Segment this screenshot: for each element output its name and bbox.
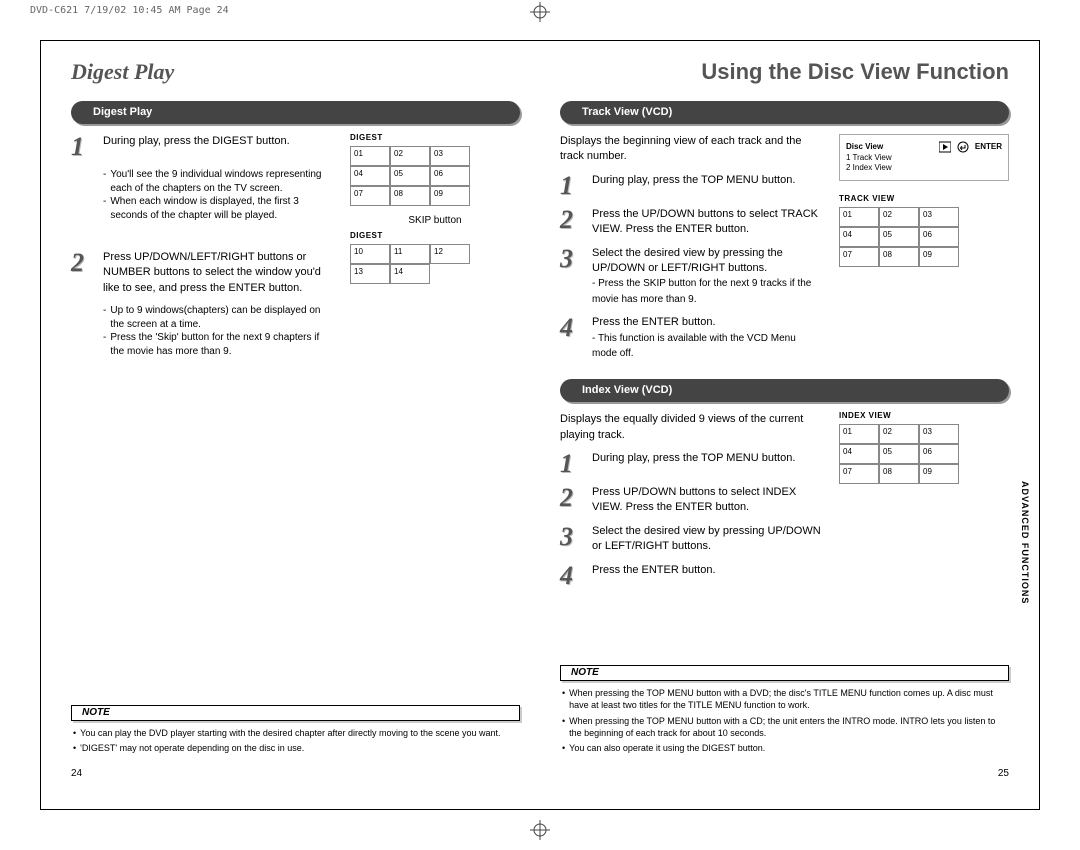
a-step-1: 1During play, press the TOP MENU button. xyxy=(560,173,821,199)
grid-cell: 11 xyxy=(390,244,430,264)
indexview-grid: 01 02 03 04 05 06 07 08 09 xyxy=(839,424,1009,484)
grid-cell: 05 xyxy=(390,166,430,186)
grid-cell: 02 xyxy=(879,207,919,227)
grid-cell: 12 xyxy=(430,244,470,264)
section-pill-indexview: Index View (VCD) xyxy=(560,379,1009,402)
page-left: Digest Play Digest Play 1 During play, p… xyxy=(71,61,520,779)
grid-cell: 03 xyxy=(919,207,959,227)
grid-cell: 09 xyxy=(430,186,470,206)
grid-cell: 01 xyxy=(839,424,879,444)
section-pill-trackview: Track View (VCD) xyxy=(560,101,1009,124)
trackview-grid: 01 02 03 04 05 06 07 08 09 xyxy=(839,207,1009,267)
spine-label: ADVANCED FUNCTIONS xyxy=(1020,481,1029,604)
note-list-left: •You can play the DVD player starting wi… xyxy=(71,727,520,757)
step-1: 1 During play, press the DIGEST button. xyxy=(71,134,332,160)
grid-cell: 01 xyxy=(839,207,879,227)
grid-cell: 05 xyxy=(879,227,919,247)
a-step-2: 2Press the UP/DOWN buttons to select TRA… xyxy=(560,207,821,238)
grid-cell: 07 xyxy=(839,247,879,267)
section-intro: Displays the equally divided 9 views of … xyxy=(560,412,821,443)
step-text: Press UP/DOWN/LEFT/RIGHT buttons or NUMB… xyxy=(103,250,332,296)
b-step-1: 1During play, press the TOP MENU button. xyxy=(560,451,821,477)
grid-cell: 03 xyxy=(430,146,470,166)
page-number-left: 24 xyxy=(71,769,520,779)
step-number: 2 xyxy=(71,250,95,296)
step-1-notes: -You'll see the 9 individual windows rep… xyxy=(103,168,332,222)
section-intro: Displays the beginning view of each trac… xyxy=(560,134,821,165)
note-list-right: •When pressing the TOP MENU button with … xyxy=(560,687,1009,757)
grid-cell: 10 xyxy=(350,244,390,264)
page-frame: Digest Play Digest Play 1 During play, p… xyxy=(40,40,1040,810)
crop-mark-top xyxy=(526,2,554,22)
page-right: Using the Disc View Function Track View … xyxy=(560,61,1009,779)
grid-label: DIGEST xyxy=(350,134,520,142)
grid-label: DIGEST xyxy=(350,232,520,240)
grid-label: TRACK VIEW xyxy=(839,195,1009,203)
grid-cell: 14 xyxy=(390,264,430,284)
grid-cell: 04 xyxy=(839,444,879,464)
grid-cell: 01 xyxy=(350,146,390,166)
grid-cell: 06 xyxy=(919,227,959,247)
grid-cell: 04 xyxy=(350,166,390,186)
step-text: During play, press the DIGEST button. xyxy=(103,134,290,160)
grid-cell: 08 xyxy=(879,247,919,267)
grid-cell: 02 xyxy=(879,424,919,444)
b-step-2: 2Press UP/DOWN buttons to select INDEX V… xyxy=(560,485,821,516)
grid-cell: 09 xyxy=(919,247,959,267)
page-title-right: Using the Disc View Function xyxy=(560,61,1009,83)
step-2-notes: -Up to 9 windows(chapters) can be displa… xyxy=(103,304,332,358)
grid-label: INDEX VIEW xyxy=(839,412,1009,420)
b-step-3: 3Select the desired view by pressing UP/… xyxy=(560,524,821,555)
note-heading: NOTE xyxy=(560,665,1009,681)
page-title-left: Digest Play xyxy=(71,61,520,83)
grid-cell: 06 xyxy=(430,166,470,186)
crop-mark-bottom xyxy=(526,820,554,840)
step-number: 1 xyxy=(71,134,95,160)
digest-grid-2: 10 11 12 13 14 xyxy=(350,244,520,284)
grid-cell: 13 xyxy=(350,264,390,284)
section-pill-digest: Digest Play xyxy=(71,101,520,124)
grid-cell: 09 xyxy=(919,464,959,484)
b-step-4: 4Press the ENTER button. xyxy=(560,563,821,589)
note-heading: NOTE xyxy=(71,705,520,721)
page-number-right: 25 xyxy=(560,769,1009,779)
skip-button-label: SKIP button xyxy=(350,216,520,226)
grid-cell: 03 xyxy=(919,424,959,444)
grid-cell: 08 xyxy=(879,464,919,484)
grid-cell: 02 xyxy=(390,146,430,166)
grid-cell: 05 xyxy=(879,444,919,464)
grid-cell: 06 xyxy=(919,444,959,464)
enter-icon xyxy=(957,141,969,153)
a-step-4: 4Press the ENTER button.- This function … xyxy=(560,315,821,361)
grid-cell: 07 xyxy=(350,186,390,206)
a-step-3: 3Select the desired view by pressing the… xyxy=(560,246,821,308)
play-icon xyxy=(939,141,951,153)
print-header: DVD-C621 7/19/02 10:45 AM Page 24 xyxy=(30,6,229,16)
grid-cell: 07 xyxy=(839,464,879,484)
grid-cell: 04 xyxy=(839,227,879,247)
grid-cell: 08 xyxy=(390,186,430,206)
step-2: 2 Press UP/DOWN/LEFT/RIGHT buttons or NU… xyxy=(71,250,332,296)
osd-disc-view: Disc View ENTER 1 Track View 2 Index Vie… xyxy=(839,134,1009,181)
digest-grid-1: 01 02 03 04 05 06 07 08 09 xyxy=(350,146,520,206)
